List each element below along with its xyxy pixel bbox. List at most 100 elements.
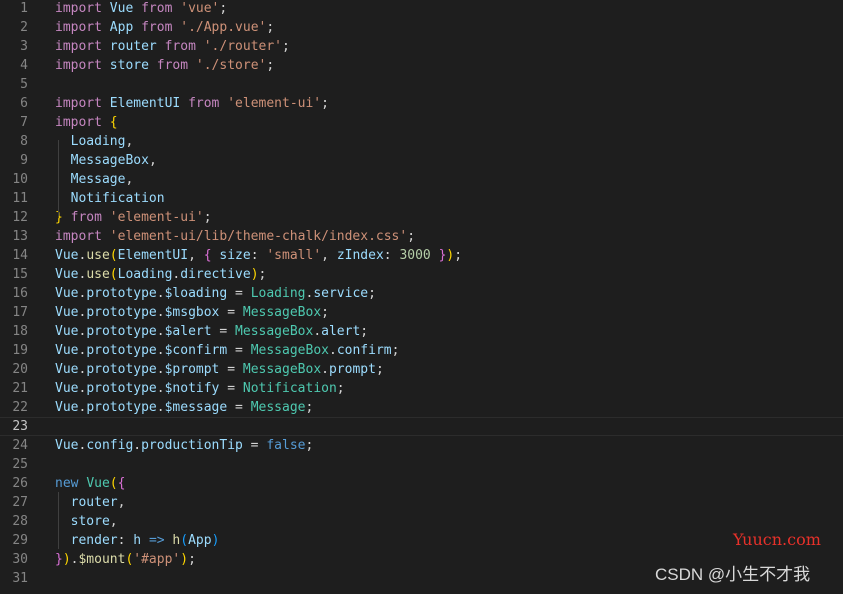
code-token: Message: [250, 400, 306, 415]
line-number: 2: [20, 20, 28, 35]
code-token: config: [86, 438, 134, 453]
code-line[interactable]: 19 Vue.prototype.$confirm = MessageBox.co…: [0, 341, 843, 360]
code-text[interactable]: Vue.prototype.$msgbox = MessageBox;: [55, 303, 329, 322]
code-token: {: [117, 476, 126, 491]
code-text[interactable]: Vue.prototype.$alert = MessageBox.alert;: [55, 322, 368, 341]
code-editor[interactable]: 1 import Vue from 'vue'; 2 import App from …: [0, 0, 843, 594]
code-line[interactable]: 22 Vue.prototype.$message = Message;: [0, 398, 843, 417]
code-token: Message: [70, 172, 126, 187]
code-token: ): [250, 267, 259, 282]
code-text[interactable]: import {: [55, 113, 118, 132]
code-text[interactable]: import ElementUI from 'element-ui';: [55, 94, 329, 113]
code-line[interactable]: 18 Vue.prototype.$alert = MessageBox.aler…: [0, 322, 843, 341]
code-text[interactable]: } from 'element-ui';: [55, 208, 212, 227]
code-token: ;: [368, 286, 376, 301]
code-token: (: [109, 248, 118, 263]
code-text[interactable]: Vue.use(ElementUI, { size: 'small', zInd…: [55, 246, 462, 265]
code-token: :: [250, 248, 267, 263]
indent-guide-import-block: [58, 140, 59, 216]
code-line[interactable]: 2 import App from './App.vue';: [0, 18, 843, 37]
code-line[interactable]: 10 Message,: [0, 170, 843, 189]
code-line[interactable]: 5: [0, 75, 843, 94]
code-text[interactable]: Vue.prototype.$confirm = MessageBox.conf…: [55, 341, 399, 360]
code-token: MessageBox: [70, 153, 149, 168]
code-line[interactable]: 20 Vue.prototype.$prompt = MessageBox.pro…: [0, 360, 843, 379]
line-number: 29: [12, 533, 28, 548]
code-text[interactable]: Vue.prototype.$loading = Loading.service…: [55, 284, 376, 303]
code-line[interactable]: 26 new Vue({: [0, 474, 843, 493]
code-line[interactable]: 8 Loading,: [0, 132, 843, 151]
code-line[interactable]: 28 store,: [0, 512, 843, 531]
code-token: .: [156, 286, 165, 301]
code-token: .: [133, 438, 142, 453]
code-text[interactable]: import App from './App.vue';: [55, 18, 274, 37]
code-token: Vue: [55, 324, 79, 339]
code-line[interactable]: 29 render: h => h(App): [0, 531, 843, 550]
code-token: prototype: [86, 381, 157, 396]
code-line[interactable]: 16 Vue.prototype.$loading = Loading.servi…: [0, 284, 843, 303]
code-line[interactable]: 7 import {: [0, 113, 843, 132]
code-token: from: [164, 39, 196, 54]
code-token: Vue: [55, 267, 79, 282]
code-token: import: [55, 229, 102, 244]
code-text[interactable]: import router from './router';: [55, 37, 290, 56]
code-line[interactable]: 21 Vue.prototype.$notify = Notification;: [0, 379, 843, 398]
code-text[interactable]: Message,: [55, 170, 134, 189]
code-text[interactable]: Loading,: [55, 132, 134, 151]
line-number: 25: [12, 457, 28, 472]
code-line[interactable]: 14 Vue.use(ElementUI, { size: 'small', zI…: [0, 246, 843, 265]
code-token: Loading: [250, 286, 306, 301]
code-text[interactable]: store,: [55, 512, 118, 531]
code-line[interactable]: 15 Vue.use(Loading.directive);: [0, 265, 843, 284]
code-token: ;: [266, 20, 275, 35]
code-text[interactable]: render: h => h(App): [55, 531, 220, 550]
line-number: 7: [20, 115, 28, 130]
code-text[interactable]: Vue.prototype.$prompt = MessageBox.promp…: [55, 360, 384, 379]
code-text[interactable]: import 'element-ui/lib/theme-chalk/index…: [55, 227, 415, 246]
code-line[interactable]: 6 import ElementUI from 'element-ui';: [0, 94, 843, 113]
code-token: $msgbox: [164, 305, 220, 320]
line-number: 20: [12, 362, 28, 377]
code-token: router: [70, 495, 118, 510]
code-line[interactable]: 25: [0, 455, 843, 474]
code-line[interactable]: 23: [0, 417, 843, 436]
code-text[interactable]: Vue.config.productionTip = false;: [55, 436, 313, 455]
code-token: Vue: [55, 343, 79, 358]
code-token: service: [313, 286, 369, 301]
code-token: import: [55, 58, 102, 73]
code-text[interactable]: Notification: [55, 189, 165, 208]
code-text[interactable]: MessageBox,: [55, 151, 157, 170]
code-token: ,: [109, 514, 118, 529]
code-text[interactable]: new Vue({: [55, 474, 125, 493]
code-line[interactable]: 24 Vue.config.productionTip = false;: [0, 436, 843, 455]
code-token: ;: [188, 552, 196, 567]
line-number: 6: [20, 96, 28, 111]
code-line[interactable]: 3 import router from './router';: [0, 37, 843, 56]
code-text[interactable]: import store from './store';: [55, 56, 274, 75]
code-token: =>: [148, 533, 165, 548]
code-line[interactable]: 1 import Vue from 'vue';: [0, 0, 843, 18]
code-token: ,: [125, 172, 134, 187]
code-line[interactable]: 11 Notification: [0, 189, 843, 208]
code-line[interactable]: 12} from 'element-ui';: [0, 208, 843, 227]
code-token: =: [227, 400, 251, 415]
code-line[interactable]: 13 import 'element-ui/lib/theme-chalk/ind…: [0, 227, 843, 246]
code-text[interactable]: router,: [55, 493, 126, 512]
code-token: =: [227, 286, 251, 301]
code-text[interactable]: Vue.prototype.$notify = Notification;: [55, 379, 345, 398]
code-line[interactable]: 9 MessageBox,: [0, 151, 843, 170]
code-token: ;: [266, 58, 275, 73]
code-text[interactable]: }).$mount('#app');: [55, 550, 196, 569]
code-token: $loading: [164, 286, 228, 301]
code-text[interactable]: Vue.use(Loading.directive);: [55, 265, 266, 284]
code-token: prototype: [86, 305, 157, 320]
code-line[interactable]: 17 Vue.prototype.$msgbox = MessageBox;: [0, 303, 843, 322]
code-text[interactable]: Vue.prototype.$message = Message;: [55, 398, 313, 417]
code-line[interactable]: 4 import store from './store';: [0, 56, 843, 75]
code-line[interactable]: 27 router,: [0, 493, 843, 512]
code-text[interactable]: import Vue from 'vue';: [55, 0, 227, 18]
